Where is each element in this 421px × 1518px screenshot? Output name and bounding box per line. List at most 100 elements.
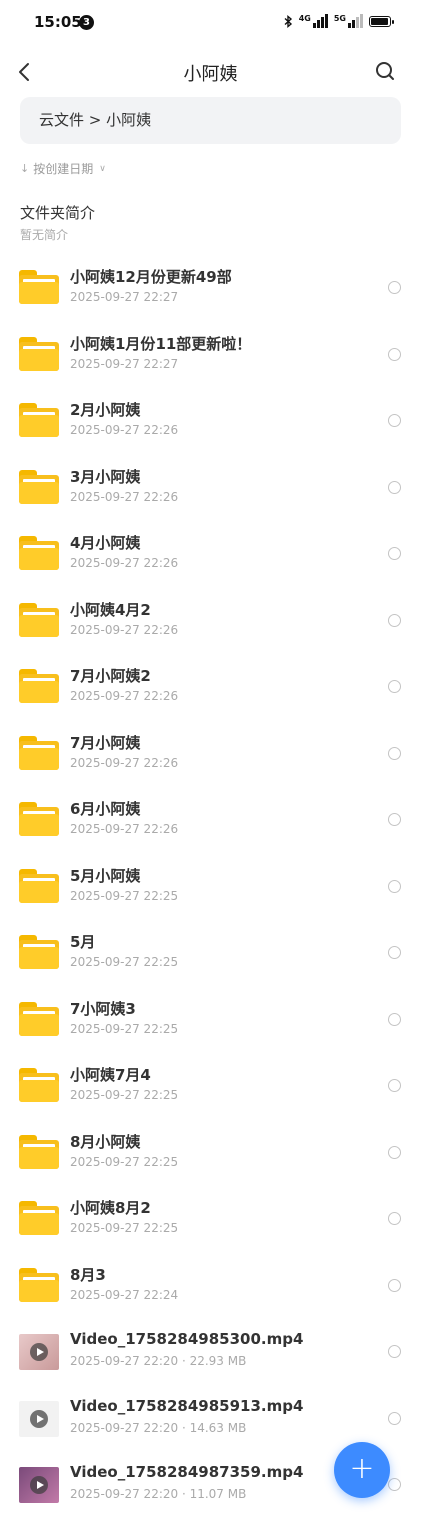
folder-icon: [19, 734, 59, 772]
select-checkbox[interactable]: [388, 879, 401, 893]
item-meta: 2025-09-27 22:26: [70, 689, 179, 703]
folder-icon: [19, 335, 59, 373]
select-checkbox[interactable]: [388, 613, 401, 627]
select-checkbox[interactable]: [388, 281, 401, 294]
select-checkbox[interactable]: [388, 1079, 401, 1092]
play-icon: [30, 1409, 48, 1428]
list-item[interactable]: 6月小阿姨 2025-09-27 22:26: [0, 786, 421, 853]
item-meta: 2025-09-27 22:26: [70, 622, 179, 637]
select-checkbox[interactable]: [388, 1478, 401, 1491]
list-item[interactable]: 小阿姨1月份11部更新啦！ 2025-09-27 22:27: [0, 321, 421, 388]
list-item[interactable]: 7月小阿姨2 2025-09-27 22:26: [0, 653, 421, 720]
folder-icon: [19, 601, 59, 639]
item-name: 小阿姨4月2: [70, 600, 151, 619]
arrow-down-icon: ↓: [20, 162, 30, 175]
breadcrumb[interactable]: 云文件 > 小阿姨: [20, 97, 401, 144]
item-meta: 2025-09-27 22:25: [70, 955, 179, 969]
select-checkbox[interactable]: [388, 680, 401, 693]
item-meta: 2025-09-27 22:25: [70, 1021, 179, 1036]
folder-intro-title: 文件夹简介: [20, 204, 96, 222]
notification-badge: 3: [79, 15, 94, 30]
list-item[interactable]: 8月3 2025-09-27 22:24: [0, 1252, 421, 1319]
item-meta: 2025-09-27 22:26: [70, 489, 179, 504]
item-name: 3月小阿姨: [70, 467, 141, 486]
list-item[interactable]: 小阿姨7月4 2025-09-27 22:25: [0, 1052, 421, 1119]
page-title: 小阿姨: [183, 64, 238, 85]
folder-icon: [19, 933, 59, 971]
folder-intro-text: 暂无简介: [20, 228, 69, 242]
list-item[interactable]: 2月小阿姨 2025-09-27 22:26: [0, 387, 421, 454]
item-name: 5月: [70, 933, 96, 951]
video-thumbnail: [19, 1465, 59, 1503]
sort-label: 按创建日期: [33, 162, 94, 176]
folder-icon: [19, 1266, 59, 1304]
select-checkbox[interactable]: [388, 1012, 401, 1026]
select-checkbox[interactable]: [388, 1278, 401, 1292]
bluetooth-icon: [284, 14, 292, 28]
select-checkbox[interactable]: [388, 1411, 401, 1425]
search-icon[interactable]: [373, 59, 397, 83]
item-name: 7小阿姨3: [70, 999, 136, 1018]
signal-icon-2: 5G: [334, 14, 363, 28]
list-item[interactable]: 4月小阿姨 2025-09-27 22:26: [0, 520, 421, 587]
select-checkbox[interactable]: [388, 414, 401, 427]
chevron-down-icon: ∨: [99, 163, 106, 174]
video-thumbnail: [19, 1399, 59, 1437]
select-checkbox[interactable]: [388, 746, 401, 760]
folder-icon: [19, 667, 59, 705]
folder-icon: [19, 800, 59, 838]
item-name: 4月小阿姨: [70, 534, 141, 552]
item-name: 小阿姨1月份11部更新啦！: [70, 334, 252, 353]
status-time: 15:05: [34, 13, 82, 31]
item-name: 5月小阿姨: [70, 866, 141, 885]
select-checkbox[interactable]: [388, 946, 401, 959]
list-item[interactable]: 小阿姨4月2 2025-09-27 22:26: [0, 587, 421, 654]
list-item[interactable]: Video_1758284985300.mp4 2025-09-27 22:20…: [0, 1318, 421, 1385]
item-meta: 2025-09-27 22:20 · 14.63 MB: [70, 1420, 247, 1435]
folder-icon: [19, 1066, 59, 1104]
select-checkbox[interactable]: [388, 1212, 401, 1225]
list-item[interactable]: 小阿姨12月份更新49部 2025-09-27 22:27: [0, 254, 421, 321]
item-name: 2月小阿姨: [70, 401, 141, 419]
item-meta: 2025-09-27 22:25: [70, 1088, 179, 1102]
play-icon: [30, 1343, 48, 1361]
item-name: 小阿姨8月2: [70, 1199, 151, 1217]
item-meta: 2025-09-27 22:26: [70, 423, 179, 437]
item-meta: 2025-09-27 22:24: [70, 1287, 179, 1302]
list-item[interactable]: 7月小阿姨 2025-09-27 22:26: [0, 720, 421, 787]
list-item[interactable]: Video_1758284985913.mp4 2025-09-27 22:20…: [0, 1385, 421, 1452]
select-checkbox[interactable]: [388, 347, 401, 361]
item-meta: 2025-09-27 22:25: [70, 1221, 179, 1235]
item-meta: 2025-09-27 22:26: [70, 556, 179, 570]
list-item[interactable]: 5月小阿姨 2025-09-27 22:25: [0, 853, 421, 920]
folder-icon: [19, 401, 59, 439]
item-name: 8月3: [70, 1265, 106, 1284]
select-checkbox[interactable]: [388, 1145, 401, 1159]
item-name: 7月小阿姨2: [70, 667, 151, 685]
list-item[interactable]: 7小阿姨3 2025-09-27 22:25: [0, 986, 421, 1053]
select-checkbox[interactable]: [388, 813, 401, 826]
list-item[interactable]: 小阿姨8月2 2025-09-27 22:25: [0, 1185, 421, 1252]
select-checkbox[interactable]: [388, 1345, 401, 1358]
select-checkbox[interactable]: [388, 547, 401, 560]
play-icon: [30, 1476, 48, 1494]
list-item[interactable]: 8月小阿姨 2025-09-27 22:25: [0, 1119, 421, 1186]
sort-button[interactable]: ↓ 按创建日期 ∨: [20, 160, 106, 177]
item-name: 小阿姨12月份更新49部: [70, 268, 232, 286]
folder-icon: [19, 468, 59, 506]
item-meta: 2025-09-27 22:27: [70, 290, 179, 304]
list-item[interactable]: 3月小阿姨 2025-09-27 22:26: [0, 454, 421, 521]
video-thumbnail: [19, 1332, 59, 1370]
item-name: Video_1758284985913.mp4: [70, 1396, 304, 1415]
item-name: Video_1758284987359.mp4: [70, 1463, 304, 1481]
select-checkbox[interactable]: [388, 480, 401, 494]
item-name: 7月小阿姨: [70, 733, 141, 752]
item-name: Video_1758284985300.mp4: [70, 1330, 304, 1348]
add-button[interactable]: +: [334, 1442, 390, 1498]
item-meta: 2025-09-27 22:27: [70, 356, 179, 371]
item-meta: 2025-09-27 22:20 · 22.93 MB: [70, 1354, 247, 1368]
folder-icon: [19, 534, 59, 572]
folder-icon: [19, 1000, 59, 1038]
battery-icon: [369, 15, 394, 27]
list-item[interactable]: 5月 2025-09-27 22:25: [0, 919, 421, 986]
